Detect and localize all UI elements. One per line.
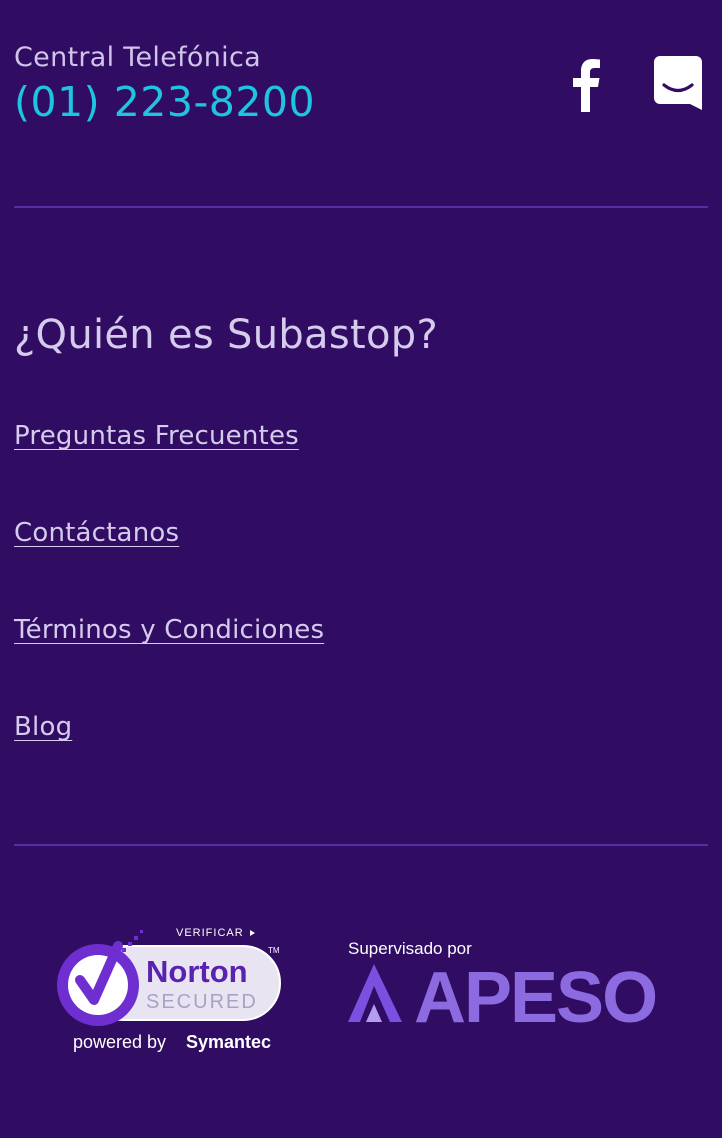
about-title: ¿Quién es Subastop? [14, 312, 438, 358]
pixel-dot [122, 948, 126, 952]
apeso-caption: Supervisado por [348, 939, 472, 958]
facebook-icon [573, 59, 600, 112]
chat-icon [654, 56, 702, 110]
link-terminos-condiciones[interactable]: Términos y Condiciones [14, 612, 324, 648]
pixel-dot [134, 936, 138, 940]
apeso-badge[interactable]: Supervisado por APESO [346, 936, 666, 1032]
norton-secured: SECURED [146, 991, 258, 1013]
verify-arrow-icon [250, 930, 255, 936]
norton-secured-badge[interactable]: VERIFICAR TM Norton SECURED powered by S… [56, 922, 286, 1058]
divider-top [14, 206, 708, 208]
norton-tm: TM [268, 946, 280, 955]
footer-links: Preguntas Frecuentes Contáctanos Término… [14, 418, 324, 806]
norton-brand: Norton [146, 954, 248, 989]
apeso-logo-inner [366, 1004, 382, 1022]
norton-powered-brand: Symantec [186, 1032, 271, 1052]
about-section: ¿Quién es Subastop? [14, 308, 438, 362]
pixel-dot [140, 930, 143, 933]
contact-block: Central Telefónica (01) 223-8200 [14, 42, 315, 128]
facebook-link[interactable] [562, 56, 610, 112]
link-blog[interactable]: Blog [14, 709, 324, 745]
chat-link[interactable] [654, 56, 702, 112]
link-preguntas-frecuentes[interactable]: Preguntas Frecuentes [14, 418, 324, 454]
norton-verify-text: VERIFICAR [176, 927, 244, 939]
divider-bottom [14, 844, 708, 846]
link-contactanos[interactable]: Contáctanos [14, 515, 324, 551]
norton-powered-prefix: powered by [73, 1032, 166, 1052]
social-links [562, 56, 702, 112]
pixel-dot [128, 942, 132, 946]
apeso-brand: APESO [414, 958, 656, 1032]
contact-label: Central Telefónica [14, 42, 261, 73]
contact-phone[interactable]: (01) 223-8200 [14, 76, 315, 128]
